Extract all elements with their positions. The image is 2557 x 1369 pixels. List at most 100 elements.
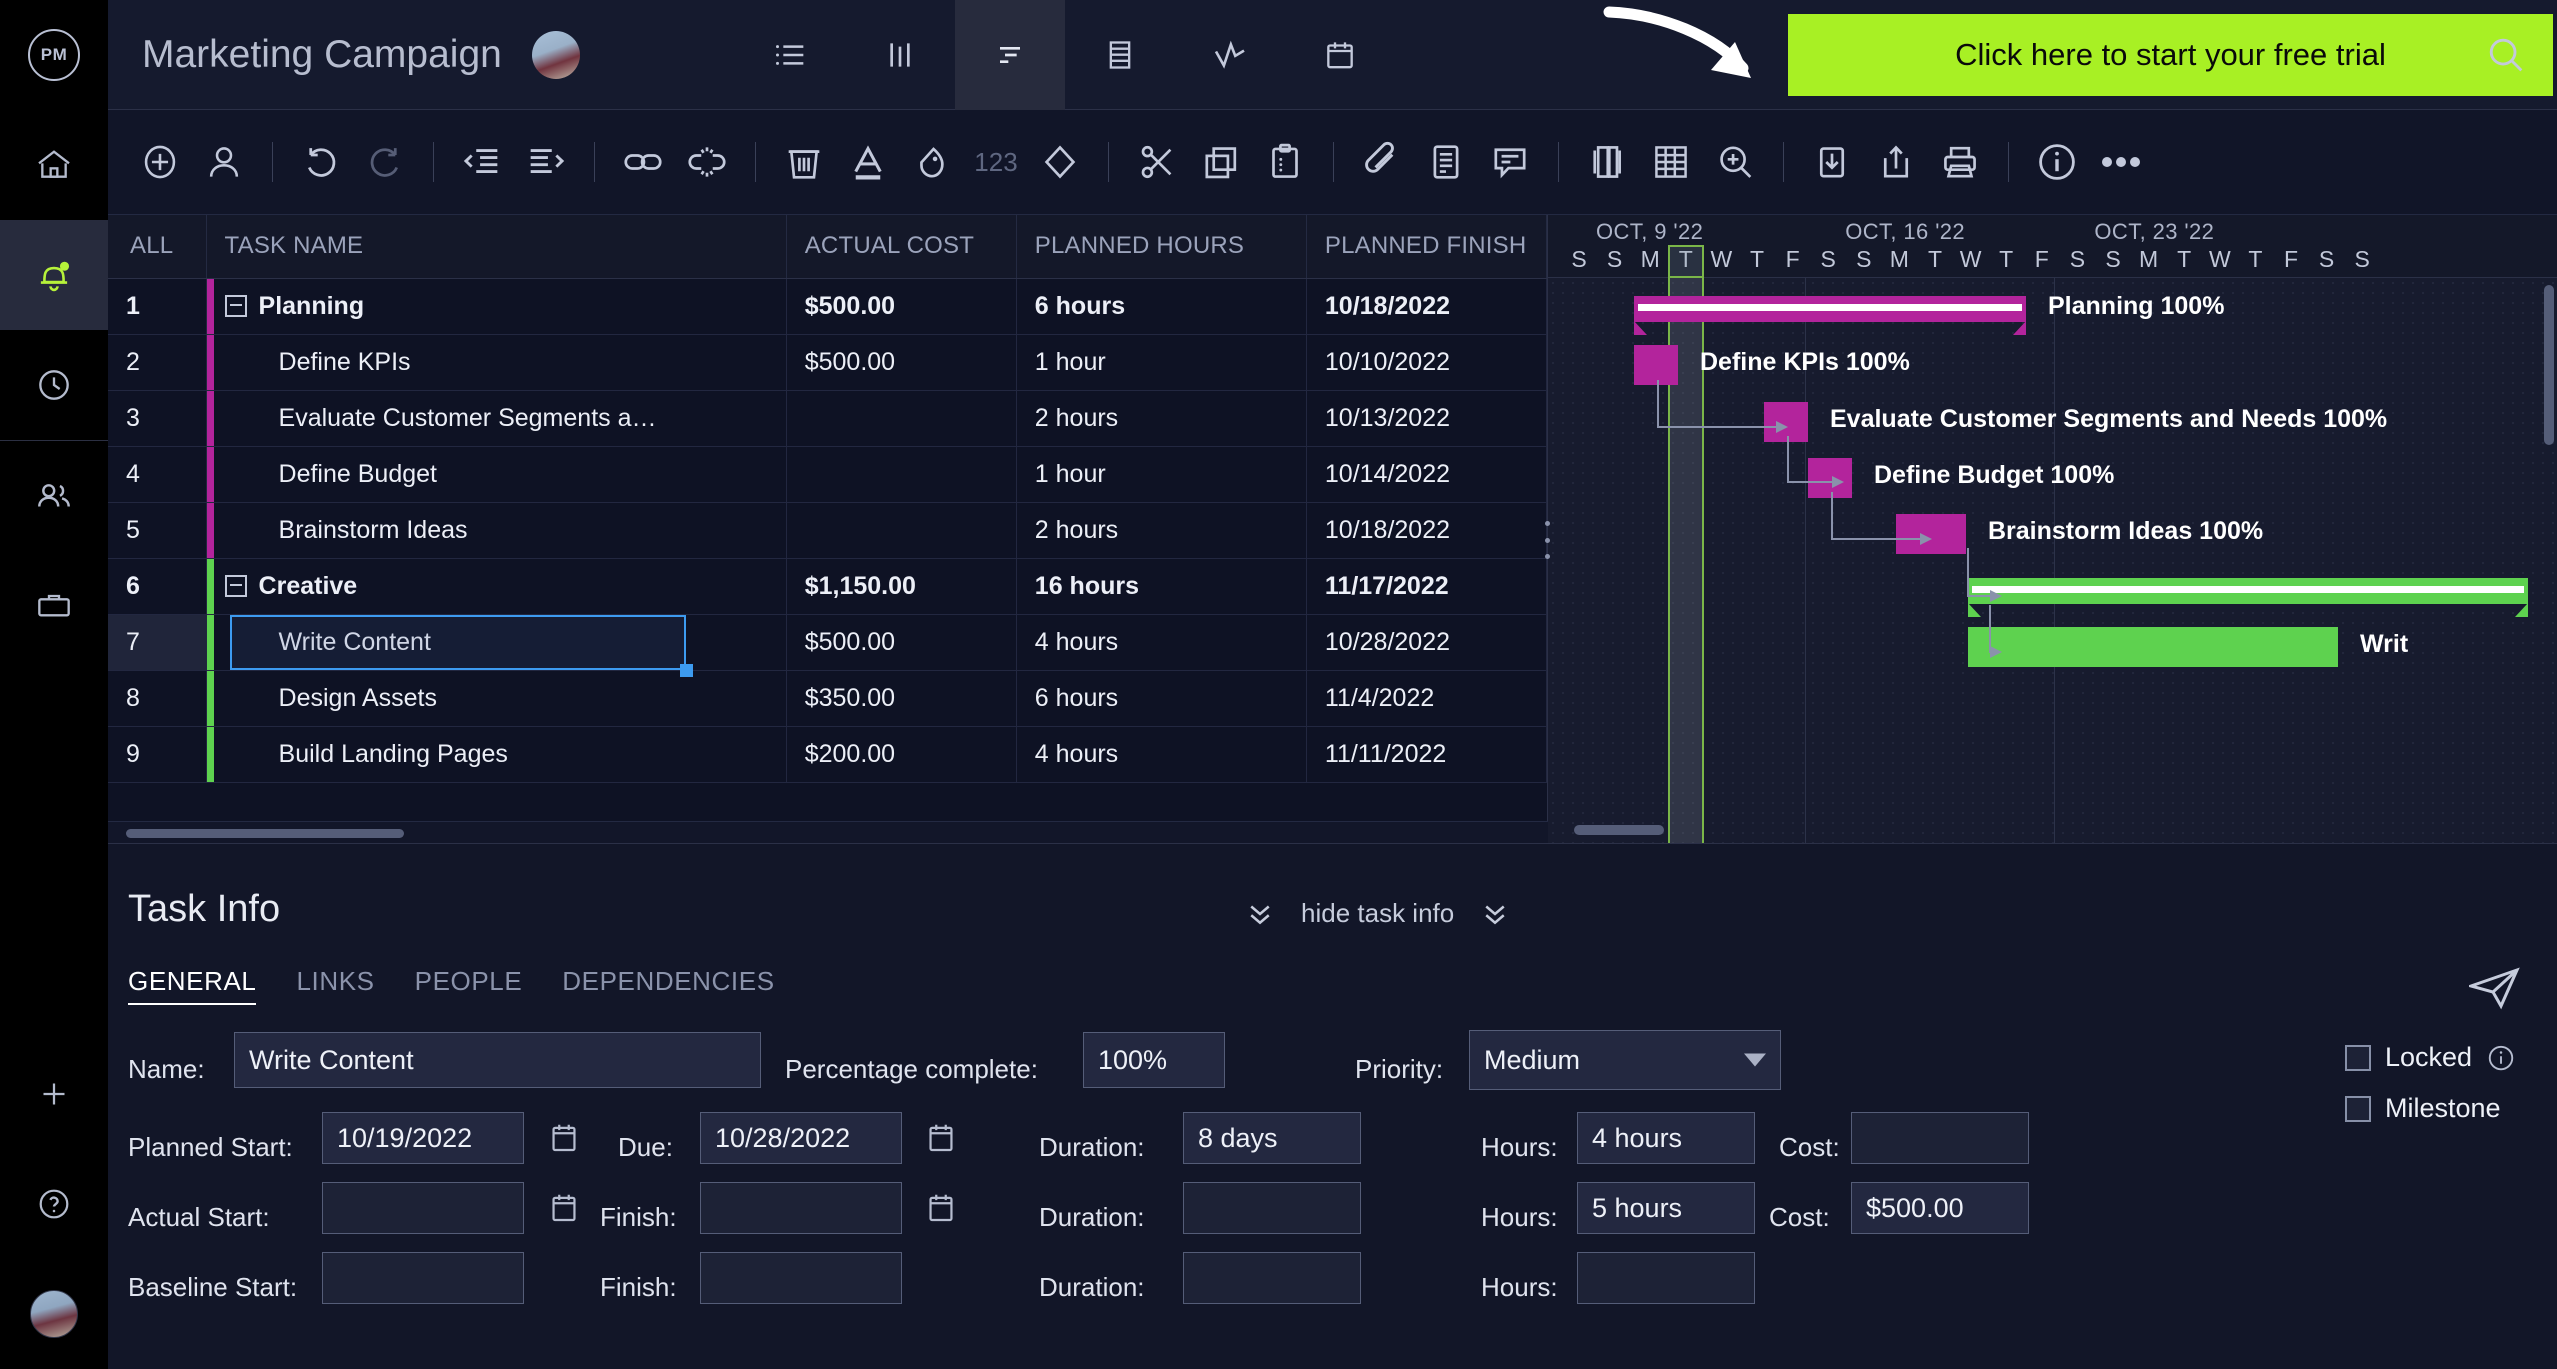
cell-planned-hours[interactable]: 4 hours <box>1016 614 1307 671</box>
tab-sheet[interactable] <box>1065 0 1175 110</box>
info-button[interactable] <box>2025 130 2089 194</box>
milestone-checkbox[interactable] <box>2345 1095 2371 1122</box>
cell-actual-cost[interactable]: $350.00 <box>786 670 1017 727</box>
table-row[interactable]: 6 Creative $1,150.00 16 hours 11/17/2022 <box>108 558 1548 615</box>
locked-checkbox[interactable] <box>2345 1044 2371 1071</box>
tab-workload[interactable] <box>1175 0 1285 110</box>
col-header-cost[interactable]: ACTUAL COST <box>786 215 1017 279</box>
grid-horizontal-scrollbar[interactable] <box>108 821 1548 843</box>
cell-task-name[interactable]: Design Assets <box>206 670 787 727</box>
cut-button[interactable] <box>1125 130 1189 194</box>
table-row[interactable]: 8 Design Assets $350.00 6 hours 11/4/2022 <box>108 670 1548 727</box>
fill-color-button[interactable] <box>900 130 964 194</box>
actual-duration-field[interactable] <box>1183 1182 1361 1234</box>
gantt-task-bar[interactable] <box>1968 626 2338 667</box>
tab-people[interactable]: PEOPLE <box>415 966 523 1005</box>
milestone-checkbox-row[interactable]: Milestone <box>2345 1093 2501 1124</box>
sidebar-profile-avatar[interactable] <box>0 1259 108 1369</box>
sidebar-item-people[interactable] <box>0 441 108 551</box>
cell-actual-cost[interactable] <box>786 390 1017 447</box>
cell-planned-hours[interactable]: 16 hours <box>1016 558 1307 615</box>
sidebar-help-button[interactable] <box>0 1149 108 1259</box>
actual-hours-field[interactable]: 5 hours <box>1577 1182 1755 1234</box>
indent-button[interactable] <box>514 130 578 194</box>
actual-finish-calendar-button[interactable] <box>922 1188 960 1233</box>
actual-finish-field[interactable] <box>700 1182 902 1234</box>
cell-actual-cost[interactable]: $1,150.00 <box>786 558 1017 615</box>
collapse-toggle-icon[interactable] <box>224 575 247 597</box>
cell-planned-finish[interactable]: 11/4/2022 <box>1306 670 1548 727</box>
project-owner-avatar[interactable] <box>531 30 580 79</box>
comment-button[interactable] <box>1478 130 1542 194</box>
locked-checkbox-row[interactable]: Locked <box>2345 1042 2516 1073</box>
add-person-button[interactable] <box>192 130 256 194</box>
cell-actual-cost[interactable]: $500.00 <box>786 334 1017 391</box>
baseline-duration-field[interactable] <box>1183 1252 1361 1304</box>
percentage-complete-field[interactable]: 100% <box>1083 1032 1225 1088</box>
cell-planned-finish[interactable]: 11/17/2022 <box>1306 558 1548 615</box>
cell-planned-finish[interactable]: 10/10/2022 <box>1306 334 1548 391</box>
col-header-hours[interactable]: PLANNED HOURS <box>1016 215 1307 279</box>
more-options-button[interactable] <box>2089 130 2153 194</box>
planned-start-field[interactable]: 10/19/2022 <box>322 1112 524 1164</box>
baseline-start-field[interactable] <box>322 1252 524 1304</box>
paste-button[interactable] <box>1253 130 1317 194</box>
undo-button[interactable] <box>289 130 353 194</box>
milestone-button[interactable] <box>1028 130 1092 194</box>
gantt-summary-bar[interactable] <box>1968 577 2528 617</box>
cell-planned-hours[interactable]: 2 hours <box>1016 502 1307 559</box>
baseline-finish-field[interactable] <box>700 1252 902 1304</box>
font-button[interactable] <box>836 130 900 194</box>
col-header-name[interactable]: TASK NAME <box>206 215 787 279</box>
unlink-tasks-button[interactable] <box>675 130 739 194</box>
collapse-toggle-icon[interactable] <box>224 295 247 317</box>
planned-cost-field[interactable] <box>1851 1112 2029 1164</box>
cell-planned-finish[interactable]: 11/11/2022 <box>1306 726 1548 783</box>
app-logo[interactable]: PM <box>0 0 108 110</box>
cell-planned-hours[interactable]: 6 hours <box>1016 670 1307 727</box>
tab-links[interactable]: LINKS <box>296 966 374 1005</box>
cell-planned-finish[interactable]: 10/14/2022 <box>1306 446 1548 503</box>
planned-hours-field[interactable]: 4 hours <box>1577 1112 1755 1164</box>
sidebar-item-home[interactable] <box>0 110 108 220</box>
cell-task-name[interactable]: Write Content <box>206 614 787 671</box>
table-row[interactable]: 7 Write Content $500.00 4 hours 10/28/2022 <box>108 614 1548 671</box>
baseline-hours-field[interactable] <box>1577 1252 1755 1304</box>
gantt-vertical-scrollbar[interactable] <box>2544 285 2554 445</box>
planned-duration-field[interactable]: 8 days <box>1183 1112 1361 1164</box>
cell-task-name[interactable]: Planning <box>206 278 787 335</box>
columns-button[interactable] <box>1575 130 1639 194</box>
start-free-trial-button[interactable]: Click here to start your free trial <box>1788 14 2553 96</box>
gantt-summary-bar[interactable] <box>1634 296 2026 335</box>
notes-button[interactable] <box>1414 130 1478 194</box>
cell-planned-finish[interactable]: 10/28/2022 <box>1306 614 1548 671</box>
table-row[interactable]: 5 Brainstorm Ideas 2 hours 10/18/2022 <box>108 502 1548 559</box>
due-calendar-button[interactable] <box>922 1118 960 1163</box>
tab-board[interactable] <box>845 0 955 110</box>
cell-task-name[interactable]: Brainstorm Ideas <box>206 502 787 559</box>
hide-task-info-button[interactable]: hide task info <box>1245 898 1510 929</box>
cell-task-name[interactable]: Evaluate Customer Segments a… <box>206 390 787 447</box>
actual-cost-field[interactable]: $500.00 <box>1851 1182 2029 1234</box>
sidebar-item-timesheets[interactable] <box>0 330 108 440</box>
cell-planned-finish[interactable]: 10/18/2022 <box>1306 502 1548 559</box>
table-row[interactable]: 9 Build Landing Pages $200.00 4 hours 11/11/… <box>108 726 1548 783</box>
sidebar-item-notifications[interactable] <box>0 220 108 330</box>
print-button[interactable] <box>1928 130 1992 194</box>
cell-planned-hours[interactable]: 2 hours <box>1016 390 1307 447</box>
actual-start-calendar-button[interactable] <box>545 1188 583 1233</box>
sidebar-add-button[interactable] <box>0 1039 108 1149</box>
cell-task-name[interactable]: Define Budget <box>206 446 787 503</box>
tab-calendar[interactable] <box>1285 0 1395 110</box>
table-row[interactable]: 2 Define KPIs $500.00 1 hour 10/10/2022 <box>108 334 1548 391</box>
table-row[interactable]: 4 Define Budget 1 hour 10/14/2022 <box>108 446 1548 503</box>
cell-actual-cost[interactable]: $500.00 <box>786 614 1017 671</box>
link-tasks-button[interactable] <box>611 130 675 194</box>
tab-gantt[interactable] <box>954 0 1065 110</box>
tab-list[interactable] <box>735 0 845 110</box>
cell-actual-cost[interactable] <box>786 446 1017 503</box>
zoom-in-button[interactable] <box>1703 130 1767 194</box>
cell-actual-cost[interactable]: $200.00 <box>786 726 1017 783</box>
gantt-horizontal-scrollbar[interactable] <box>1574 825 1664 835</box>
number-format-button[interactable]: 123 <box>964 130 1028 194</box>
